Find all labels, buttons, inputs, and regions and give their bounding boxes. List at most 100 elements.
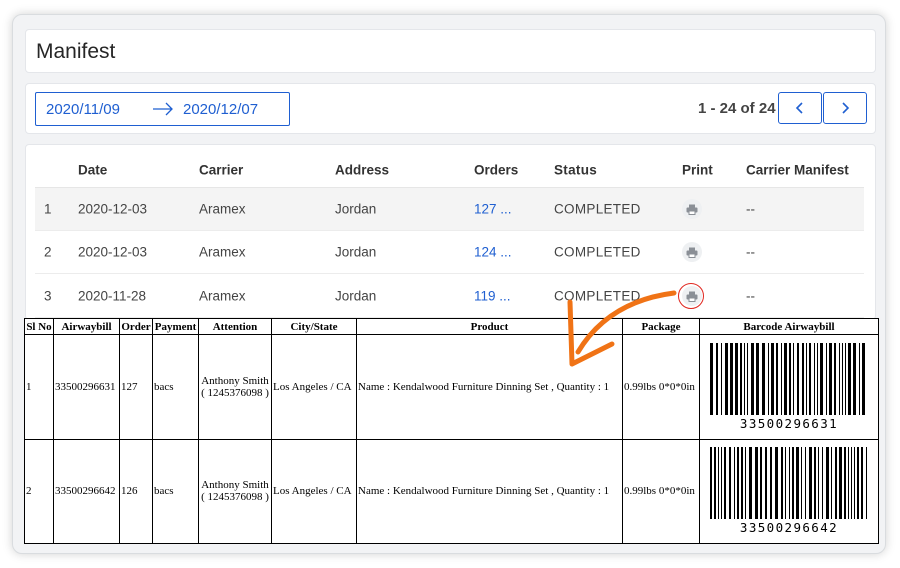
barcode-bar xyxy=(857,447,859,520)
barcode-bar xyxy=(834,342,836,415)
attention-name: Anthony Smith xyxy=(201,374,269,387)
barcode-bar xyxy=(741,447,743,520)
orders-link[interactable]: 124 ... xyxy=(474,245,512,260)
barcode-bar xyxy=(842,342,843,415)
barcode-bar xyxy=(854,447,855,520)
barcode-bar xyxy=(729,447,731,520)
barcode-bar xyxy=(844,447,846,520)
barcode-image xyxy=(710,447,867,520)
status-text: COMPLETED xyxy=(554,288,641,304)
barcode-bar xyxy=(775,447,778,520)
order-number: 127 xyxy=(119,334,153,440)
row-carrier-manifest: -- xyxy=(746,288,755,304)
row-date: 2020-12-03 xyxy=(78,244,148,260)
barcode-cell: 33500296631 xyxy=(699,334,879,440)
barcode-bar xyxy=(745,447,746,520)
barcode-bar xyxy=(839,342,840,415)
barcode-bar xyxy=(744,342,745,415)
print-button[interactable] xyxy=(682,242,702,262)
header-carrier: Carrier xyxy=(199,162,244,178)
barcode-bar xyxy=(721,342,722,415)
header-airwaybill: Airwaybill xyxy=(53,318,120,335)
barcode-bar xyxy=(735,342,738,415)
barcode-bar xyxy=(789,342,791,415)
row-number: 3 xyxy=(44,288,52,304)
row-address: Jordan xyxy=(335,288,377,304)
pagination-info: 1 - 24 of 24 xyxy=(698,100,776,117)
order-number: 126 xyxy=(119,438,153,544)
attention: Anthony Smith ( 1245376098 ) xyxy=(198,438,272,544)
barcode-bar xyxy=(822,447,823,520)
barcode-bar xyxy=(710,447,712,520)
date-to[interactable]: 2020/12/07 xyxy=(183,101,258,118)
chevron-left-icon xyxy=(795,102,803,114)
status-text: COMPLETED xyxy=(554,244,641,260)
package: 0.99lbs 0*0*0in xyxy=(622,438,700,544)
next-page-button[interactable] xyxy=(823,92,867,124)
table-row[interactable]: 3 2020-11-28 Aramex Jordan 119 ... COMPL… xyxy=(35,275,864,318)
product: Name : Kendalwood Furniture Dinning Set … xyxy=(356,334,623,440)
print-preview-table: Sl No Airwaybill Order Payment Attention… xyxy=(24,318,879,544)
row-date: 2020-11-28 xyxy=(78,288,147,304)
date-range-picker[interactable]: 2020/11/09 2020/12/07 xyxy=(35,92,290,126)
barcode-bar xyxy=(789,447,790,520)
barcode-bar xyxy=(866,447,867,520)
table-row[interactable]: 2 2020-12-03 Aramex Jordan 124 ... COMPL… xyxy=(35,231,864,274)
highlight-ring xyxy=(678,283,704,309)
table-row[interactable]: 1 2020-12-03 Aramex Jordan 127 ... COMPL… xyxy=(35,188,864,231)
barcode-bar xyxy=(781,447,783,520)
row-carrier-manifest: -- xyxy=(746,244,755,260)
print-button[interactable] xyxy=(682,199,702,219)
airwaybill: 33500296642 xyxy=(53,438,120,544)
barcode-number: 33500296631 xyxy=(739,415,839,431)
header-print: Print xyxy=(682,162,713,178)
row-date: 2020-12-03 xyxy=(78,201,148,217)
barcode-bar xyxy=(756,342,759,415)
barcode-bar xyxy=(851,447,852,520)
page-title: Manifest xyxy=(36,40,116,63)
row-carrier-manifest: -- xyxy=(746,201,755,217)
barcode-bar xyxy=(716,342,718,415)
barcode-bar xyxy=(740,342,742,415)
previous-page-button[interactable] xyxy=(778,92,822,124)
row-carrier: Aramex xyxy=(199,288,246,304)
package: 0.99lbs 0*0*0in xyxy=(622,334,700,440)
sl-no: 1 xyxy=(24,334,54,440)
row-address: Jordan xyxy=(335,201,377,217)
barcode-bar xyxy=(839,447,842,520)
table-row: 1 33500296631 127 bacs Anthony Smith ( 1… xyxy=(24,334,879,440)
barcode-bar xyxy=(721,447,722,520)
header-order: Order xyxy=(119,318,153,335)
date-from[interactable]: 2020/11/09 xyxy=(46,101,120,118)
barcode-bar xyxy=(770,447,772,520)
orders-link[interactable]: 119 ... xyxy=(474,289,511,304)
barcode-bar xyxy=(785,447,786,520)
barcode-image xyxy=(710,342,865,415)
barcode-bar xyxy=(809,447,812,520)
barcode-bar xyxy=(781,342,782,415)
sl-no: 2 xyxy=(24,438,54,544)
header-date: Date xyxy=(78,162,108,178)
barcode-bar xyxy=(820,342,823,415)
preview-header-row: Sl No Airwaybill Order Payment Attention… xyxy=(24,318,879,335)
header-barcode-airwaybill: Barcode Airwaybill xyxy=(699,318,879,335)
header-attention: Attention xyxy=(198,318,272,335)
barcode-bar xyxy=(806,342,807,415)
barcode-bar xyxy=(751,342,754,415)
barcode-bar xyxy=(792,447,794,520)
chevron-right-icon xyxy=(842,102,850,114)
header-city-state: City/State xyxy=(271,318,357,335)
barcode-bar xyxy=(768,342,769,415)
barcode-bar xyxy=(714,447,716,520)
barcode-bar xyxy=(826,342,827,415)
barcode-bar xyxy=(817,342,818,415)
barcode-bar xyxy=(765,447,767,520)
barcode-bar xyxy=(805,447,806,520)
orders-link[interactable]: 127 ... xyxy=(474,202,512,217)
barcode-bar xyxy=(797,342,799,415)
barcode-bar xyxy=(802,342,804,415)
barcode-bar xyxy=(725,342,728,415)
header-status: Status xyxy=(554,162,598,178)
barcode-bar xyxy=(747,342,748,415)
row-carrier: Aramex xyxy=(199,201,246,217)
